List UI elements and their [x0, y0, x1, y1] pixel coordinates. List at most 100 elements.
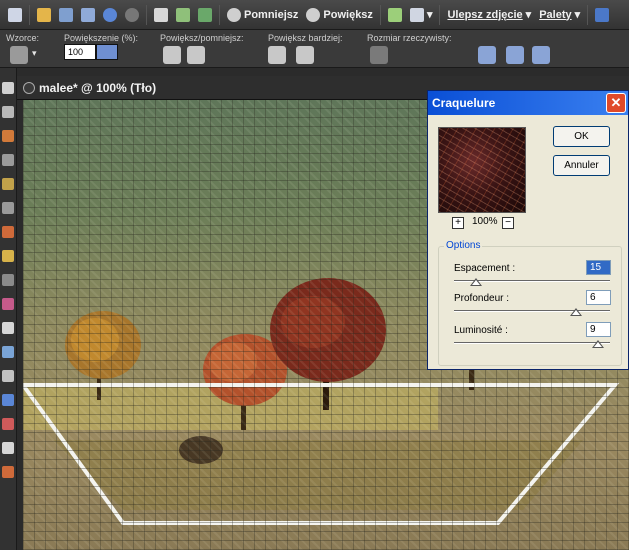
- brightness-label: Luminosité :: [454, 325, 508, 336]
- document-title: malee* @ 100% (Tło): [39, 80, 157, 95]
- spacing-label: Espacement :: [454, 263, 516, 274]
- images-icon: [198, 7, 212, 22]
- selection-tool-icon[interactable]: [2, 106, 14, 118]
- browse-button[interactable]: [172, 3, 194, 27]
- zoom-in-label: Powiększ: [323, 8, 373, 21]
- chevron-down-icon[interactable]: ▾: [32, 48, 37, 59]
- warp-tool-icon[interactable]: [2, 442, 14, 454]
- save-icon: [59, 7, 73, 22]
- pointer-tool-icon[interactable]: [2, 82, 14, 94]
- toolbar-separator: [29, 4, 30, 25]
- layers-button[interactable]: [384, 3, 406, 27]
- folder-icon: [37, 7, 51, 22]
- magnifier-plus-icon: [306, 7, 321, 22]
- depth-slider-thumb[interactable]: [569, 308, 582, 316]
- zoom-out-button[interactable]: Pomniejsz: [223, 3, 302, 27]
- brightness-slider-thumb[interactable]: [591, 340, 604, 348]
- zoom-input[interactable]: 100: [64, 44, 96, 60]
- zoom-label: Powiększenie (%):: [64, 33, 139, 43]
- fit-image-icon[interactable]: [506, 46, 524, 64]
- brightness-input[interactable]: 9: [586, 322, 611, 337]
- save-as-icon: [81, 7, 95, 22]
- browse-icon: [176, 7, 190, 22]
- chevron-down-icon: ▾: [426, 9, 433, 21]
- close-icon[interactable]: ✕: [606, 93, 626, 113]
- dialog-titlebar[interactable]: Craquelure ✕: [428, 91, 628, 115]
- dialog-title: Craquelure: [432, 96, 496, 110]
- enhance-label: Ulepsz zdjęcie: [447, 8, 523, 21]
- toolbar-separator: [219, 4, 220, 25]
- layers-icon: [387, 7, 402, 22]
- paint-tool-icon[interactable]: [2, 466, 14, 478]
- fit-window-icon[interactable]: [478, 46, 496, 64]
- undo-button[interactable]: [99, 3, 121, 27]
- preview-zoom-in-icon[interactable]: +: [452, 217, 464, 229]
- dropper-tool-icon[interactable]: [2, 202, 14, 214]
- actual-size-icon[interactable]: [370, 46, 388, 64]
- zoom-out-tool-icon[interactable]: [187, 46, 205, 64]
- zoom-in-tool-icon[interactable]: [163, 46, 181, 64]
- pen-tool-icon[interactable]: [2, 418, 14, 430]
- depth-label: Profondeur :: [454, 293, 510, 304]
- zoom-more-in-icon[interactable]: [268, 46, 286, 64]
- straighten-tool-icon[interactable]: [2, 178, 14, 190]
- jpeg-button[interactable]: [591, 3, 613, 27]
- tools-palette: [0, 68, 17, 550]
- zoom-in-out-label: Powiększ/pomniejsz:: [160, 33, 244, 43]
- pencil-tool-icon[interactable]: [2, 250, 14, 262]
- shape-tool-icon[interactable]: [2, 394, 14, 406]
- hand-icon[interactable]: [10, 46, 28, 64]
- spacing-input[interactable]: 15: [586, 260, 611, 275]
- zoom-spinner[interactable]: [96, 44, 118, 60]
- zoom-out-label: Pomniejsz: [244, 8, 299, 21]
- spacing-slider-thumb[interactable]: [469, 278, 482, 286]
- fullscreen-icon[interactable]: [532, 46, 550, 64]
- main-toolbar: Pomniejsz Powiększ ▾ Ulepsz zdjęcie ▾ Pal…: [0, 0, 629, 30]
- fill-tool-icon[interactable]: [2, 346, 14, 358]
- undo-icon: [103, 7, 117, 22]
- chevron-down-icon: ▾: [525, 9, 532, 21]
- preview-zoom-value: 100%: [472, 216, 498, 227]
- save-button[interactable]: [55, 3, 77, 27]
- move-tool-icon[interactable]: [2, 154, 14, 166]
- enhance-menu[interactable]: Ulepsz zdjęcie ▾: [443, 3, 535, 27]
- brush-tool-icon[interactable]: [2, 226, 14, 238]
- presets-label: Wzorce:: [6, 33, 40, 43]
- jpeg-icon: [595, 7, 610, 22]
- open-button[interactable]: [33, 3, 55, 27]
- brightness-slider-track[interactable]: [454, 342, 610, 344]
- tool-options-bar: Wzorce: ▾ Powiększenie (%): 100 Powiększ…: [0, 30, 629, 68]
- magnifier-minus-icon: [227, 7, 241, 22]
- preview-zoom-out-icon[interactable]: −: [502, 217, 514, 229]
- document-icon: [23, 81, 35, 94]
- redo-icon: [125, 7, 139, 22]
- zoom-in-button[interactable]: Powiększ: [302, 3, 377, 27]
- ok-button[interactable]: OK: [553, 126, 610, 147]
- chevron-down-icon: ▾: [574, 9, 581, 21]
- copy-button[interactable]: [150, 3, 172, 27]
- text-tool-icon[interactable]: [2, 370, 14, 382]
- cancel-button[interactable]: Annuler: [553, 155, 610, 176]
- actual-size-label: Rozmiar rzeczywisty:: [367, 33, 452, 43]
- depth-slider-track[interactable]: [454, 310, 610, 312]
- eraser-tool-icon[interactable]: [2, 322, 14, 334]
- palettes-label: Palety: [539, 8, 572, 21]
- zoom-more-out-icon[interactable]: [296, 46, 314, 64]
- clone-tool-icon[interactable]: [2, 274, 14, 286]
- palettes-menu[interactable]: Palety ▾: [535, 3, 584, 27]
- toolbar-separator: [146, 4, 147, 25]
- window-icon: [409, 7, 424, 22]
- toolbar-separator: [379, 4, 381, 25]
- copy-icon: [154, 7, 168, 22]
- retouch-tool-icon[interactable]: [2, 298, 14, 310]
- new-file-button[interactable]: [4, 3, 26, 27]
- crop-tool-icon[interactable]: [2, 130, 14, 142]
- save-as-button[interactable]: [77, 3, 99, 27]
- depth-input[interactable]: 6: [586, 290, 611, 305]
- options-legend: Options: [444, 240, 483, 251]
- toolbar-separator: [439, 4, 441, 25]
- browse2-button[interactable]: [194, 3, 216, 27]
- redo-button[interactable]: [121, 3, 143, 27]
- view-button[interactable]: ▾: [406, 3, 437, 27]
- filter-preview[interactable]: [438, 127, 526, 213]
